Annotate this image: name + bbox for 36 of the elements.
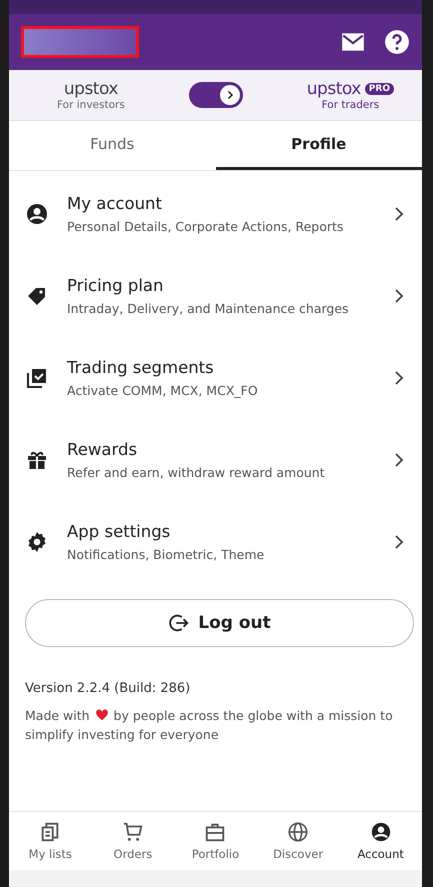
account-icon	[25, 202, 49, 226]
logout-button[interactable]: Log out	[25, 599, 414, 647]
version-text: Version 2.2.4 (Build: 286)	[25, 681, 192, 696]
logout-icon	[168, 612, 190, 634]
brand-caption: For investors	[57, 99, 125, 111]
brand-logo[interactable]: upstox	[306, 79, 361, 99]
menu-item-subtitle: Activate COMM, MCX, MCX_FO	[67, 383, 259, 398]
menu-item-subtitle: Intraday, Delivery, and Maintenance charges	[67, 301, 350, 316]
account-icon	[370, 821, 392, 843]
menu-item-subtitle: Notifications, Biometric, Theme	[67, 547, 266, 562]
menu-item-subtitle: Personal Details, Corporate Actions, Reports	[67, 219, 344, 234]
menu-item-title[interactable]: Rewards	[67, 440, 372, 459]
nav-tab[interactable]: Portfolio	[174, 812, 257, 870]
help-icon[interactable]	[384, 29, 410, 55]
menu-item-title[interactable]: Trading segments	[67, 358, 372, 377]
nav-tab[interactable]: Orders	[92, 812, 174, 870]
cart-icon	[122, 821, 144, 843]
pro-badge: PRO	[364, 83, 394, 95]
checklist-icon	[25, 366, 49, 390]
nav-tab[interactable]: Account	[339, 812, 422, 870]
copy-icon	[39, 821, 62, 843]
briefcase-icon	[204, 821, 226, 843]
menu-item-title[interactable]: Pricing plan	[67, 276, 372, 295]
menu-item-title[interactable]: My account	[67, 194, 372, 213]
nav-tab[interactable]: Discover	[256, 812, 340, 870]
menu-item-title[interactable]: App settings	[67, 522, 372, 541]
nav-tab[interactable]: My lists	[9, 812, 92, 870]
tagline-text: Made with by people across the globe with a mission to simplify investing for everyone	[25, 707, 394, 744]
tab[interactable]: Profile	[216, 121, 422, 170]
app-switch[interactable]	[188, 82, 243, 108]
heart-icon	[94, 708, 110, 722]
brand-caption: For traders	[322, 99, 380, 111]
brand-logo[interactable]: upstox	[64, 79, 118, 99]
tab[interactable]: Funds	[9, 121, 216, 170]
menu-item-subtitle: Refer and earn, withdraw reward amount	[67, 465, 326, 480]
globe-icon	[287, 821, 310, 843]
